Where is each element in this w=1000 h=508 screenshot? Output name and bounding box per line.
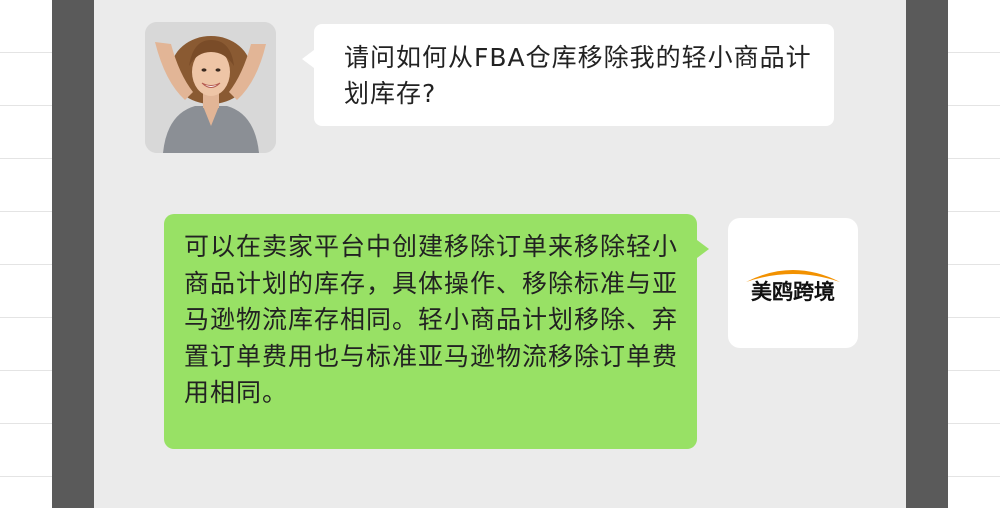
reply-message-bubble[interactable]: 可以在卖家平台中创建移除订单来移除轻小商品计划的库存，具体操作、移除标准与亚马逊…	[164, 214, 709, 449]
user-message-text: 请问如何从FBA仓库移除我的轻小商品计划库存?	[344, 43, 812, 108]
device-frame-left	[52, 0, 94, 508]
reply-message-text: 可以在卖家平台中创建移除订单来移除轻小商品计划的库存，具体操作、移除标准与亚马逊…	[184, 232, 679, 407]
user-message-bubble[interactable]: 请问如何从FBA仓库移除我的轻小商品计划库存?	[302, 24, 834, 126]
brand-avatar[interactable]: 美鸥跨境	[728, 218, 858, 348]
device-frame-right	[906, 0, 948, 508]
user-avatar[interactable]	[145, 22, 276, 153]
brand-logo-text: 美鸥跨境	[751, 280, 835, 304]
woman-portrait-icon	[145, 22, 276, 153]
